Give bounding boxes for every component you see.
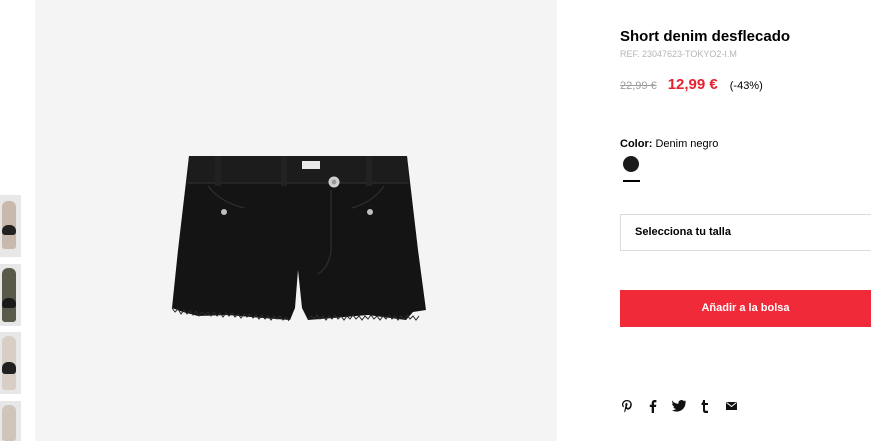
product-title: Short denim desflecado xyxy=(620,28,791,45)
product-image[interactable] xyxy=(168,150,428,330)
price-block: 22,99 € 12,99 € (-43%) xyxy=(620,76,763,93)
add-to-bag-button[interactable]: Añadir a la bolsa xyxy=(620,290,871,327)
facebook-icon[interactable] xyxy=(646,399,660,413)
old-price: 22,99 € xyxy=(620,80,657,92)
thumbnail-strip xyxy=(0,0,22,441)
selected-swatch-indicator xyxy=(623,180,640,182)
product-gallery xyxy=(35,0,557,441)
thumbnail-2[interactable] xyxy=(0,264,21,326)
color-value: Denim negro xyxy=(655,138,719,150)
thumbnail-1[interactable] xyxy=(0,195,21,257)
discount-badge: (-43%) xyxy=(729,80,763,92)
product-reference: REF. 23047623-TOKYO2-I.M xyxy=(620,49,737,59)
pinterest-icon[interactable] xyxy=(620,399,634,413)
twitter-icon[interactable] xyxy=(672,399,686,413)
color-label: Color: xyxy=(620,138,653,150)
current-price: 12,99 € xyxy=(667,76,718,93)
email-icon[interactable] xyxy=(724,399,738,413)
color-swatch-denim-negro[interactable] xyxy=(623,156,639,172)
color-info: Color: Denim negro xyxy=(620,138,718,150)
thumbnail-4[interactable] xyxy=(0,401,21,441)
thumbnail-3[interactable] xyxy=(0,332,21,394)
size-select[interactable]: Selecciona tu talla xyxy=(620,214,871,251)
tumblr-icon[interactable] xyxy=(698,399,712,413)
share-icons xyxy=(620,399,750,413)
